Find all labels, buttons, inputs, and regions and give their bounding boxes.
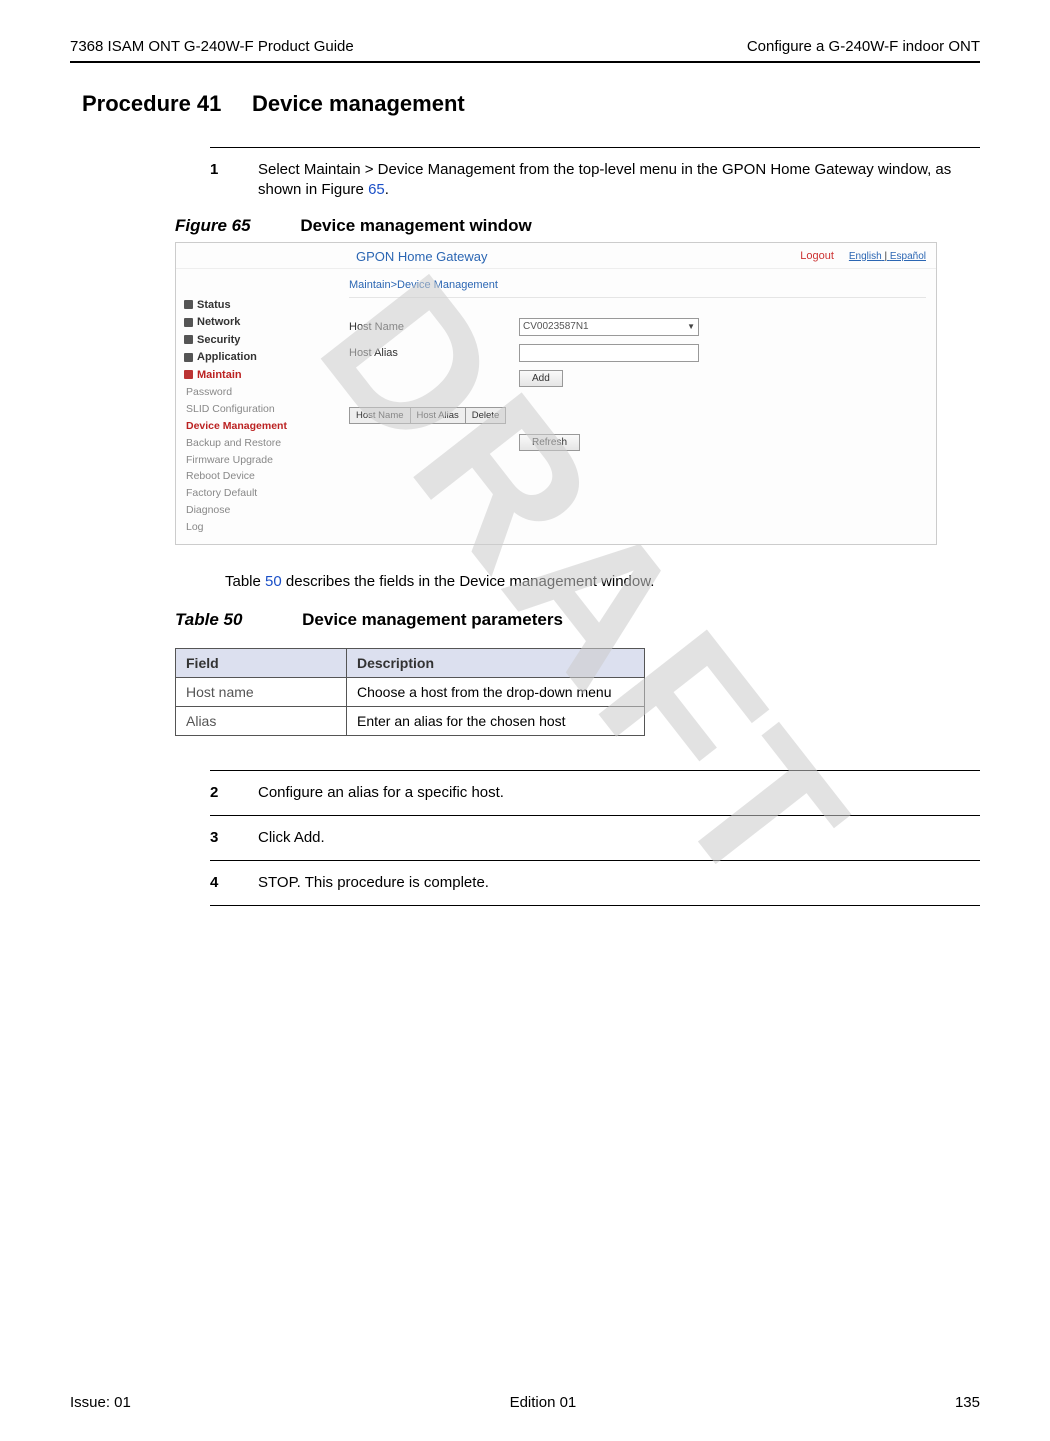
breadcrumb: Maintain>Device Management [349, 275, 926, 298]
step-1: 1 Select Maintain > Device Management fr… [210, 160, 975, 201]
host-alias-label: Host Alias [349, 347, 519, 359]
table-row: Alias Enter an alias for the chosen host [176, 706, 645, 735]
sidebar-item-network[interactable]: Network [184, 314, 339, 332]
app-title: GPON Home Gateway [356, 249, 800, 264]
language-switch[interactable]: English | Español [849, 251, 926, 262]
host-name-select[interactable]: CV0023587N1 [519, 318, 699, 336]
end-rule [210, 905, 980, 906]
table-label: Table 50 [175, 610, 242, 629]
lang-sep: | [882, 251, 890, 262]
sidebar-sub-factory[interactable]: Factory Default [184, 485, 339, 502]
header-left: 7368 ISAM ONT G-240W-F Product Guide [70, 38, 354, 55]
figure-link[interactable]: 65 [368, 181, 385, 198]
footer-center: Edition 01 [510, 1394, 577, 1411]
sidebar-item-maintain[interactable]: Maintain [184, 367, 339, 385]
step-2-number: 2 [210, 783, 258, 803]
table-intro-pre: Table [225, 573, 265, 590]
sidebar-sub-device-management[interactable]: Device Management [184, 418, 339, 435]
procedure-label: Procedure 41 [82, 91, 221, 116]
step2-rule [210, 770, 980, 771]
sidebar-sub-log[interactable]: Log [184, 519, 339, 536]
host-alias-input[interactable] [519, 344, 699, 362]
param-desc-1: Enter an alias for the chosen host [347, 706, 645, 735]
sidebar-item-status[interactable]: Status [184, 297, 339, 315]
sidebar-sub-slid[interactable]: SLID Configuration [184, 401, 339, 418]
screenshot: GPON Home Gateway Logout English | Españ… [175, 242, 937, 545]
screenshot-main: Maintain>Device Management Host Name CV0… [339, 269, 936, 544]
footer-right: 135 [955, 1394, 980, 1411]
logout-link[interactable]: Logout [800, 250, 834, 262]
procedure-heading: Procedure 41 Device management [82, 91, 980, 117]
step-4: 4 STOP. This procedure is complete. [210, 873, 975, 893]
step-1-number: 1 [210, 160, 258, 201]
step-1-text-b: . [385, 181, 389, 198]
table-intro: Table 50 describes the fields in the Dev… [225, 573, 980, 590]
step-2: 2 Configure an alias for a specific host… [210, 783, 975, 803]
param-header-desc: Description [347, 648, 645, 677]
step-4-number: 4 [210, 873, 258, 893]
table-link[interactable]: 50 [265, 573, 282, 590]
step-3-number: 3 [210, 828, 258, 848]
sidebar-sub-password[interactable]: Password [184, 384, 339, 401]
step-1-text-a: Select Maintain > Device Management from… [258, 161, 951, 198]
step-1-text: Select Maintain > Device Management from… [258, 160, 975, 201]
parameters-table: Field Description Host name Choose a hos… [175, 648, 645, 736]
lang-espanol[interactable]: Español [890, 251, 926, 262]
step1-rule [210, 147, 980, 148]
step3-rule [210, 815, 980, 816]
table-title: Device management parameters [302, 610, 563, 629]
param-field-1: Alias [176, 706, 347, 735]
figure-caption: Figure 65 Device management window [175, 216, 980, 236]
step-3: 3 Click Add. [210, 828, 975, 848]
sidebar-sub-diagnose[interactable]: Diagnose [184, 502, 339, 519]
header-rule [70, 61, 980, 63]
footer-left: Issue: 01 [70, 1394, 131, 1411]
sidebar-sub-firmware[interactable]: Firmware Upgrade [184, 452, 339, 469]
host-name-value: CV0023587N1 [523, 321, 589, 332]
step-4-text: STOP. This procedure is complete. [258, 873, 975, 893]
procedure-title: Device management [252, 91, 465, 116]
param-field-0: Host name [176, 677, 347, 706]
col-host-alias: Host Alias [410, 407, 465, 423]
step-3-text: Click Add. [258, 828, 975, 848]
sidebar: Status Network Security Application Main… [176, 269, 339, 544]
step-2-text: Configure an alias for a specific host. [258, 783, 975, 803]
table-caption: Table 50 Device management parameters [175, 610, 980, 630]
sidebar-item-security[interactable]: Security [184, 332, 339, 350]
lang-english[interactable]: English [849, 251, 882, 262]
param-header-field: Field [176, 648, 347, 677]
col-host-name: Host Name [350, 407, 411, 423]
header-right: Configure a G-240W-F indoor ONT [747, 38, 980, 55]
figure-title: Device management window [300, 216, 531, 235]
host-name-label: Host Name [349, 321, 519, 333]
sidebar-sub-backup[interactable]: Backup and Restore [184, 435, 339, 452]
figure-label: Figure 65 [175, 216, 251, 235]
step4-rule [210, 860, 980, 861]
screenshot-header: GPON Home Gateway Logout English | Españ… [176, 243, 936, 269]
param-desc-0: Choose a host from the drop-down menu [347, 677, 645, 706]
table-row: Host name Choose a host from the drop-do… [176, 677, 645, 706]
refresh-button[interactable]: Refresh [519, 434, 580, 451]
col-delete: Delete [465, 407, 505, 423]
add-button[interactable]: Add [519, 370, 563, 387]
page-footer: Issue: 01 Edition 01 135 [70, 1394, 980, 1411]
page-header: 7368 ISAM ONT G-240W-F Product Guide Con… [70, 38, 980, 61]
alias-table: Host Name Host Alias Delete [349, 407, 506, 424]
sidebar-item-application[interactable]: Application [184, 349, 339, 367]
table-intro-post: describes the fields in the Device manag… [282, 573, 655, 590]
sidebar-sub-reboot[interactable]: Reboot Device [184, 468, 339, 485]
